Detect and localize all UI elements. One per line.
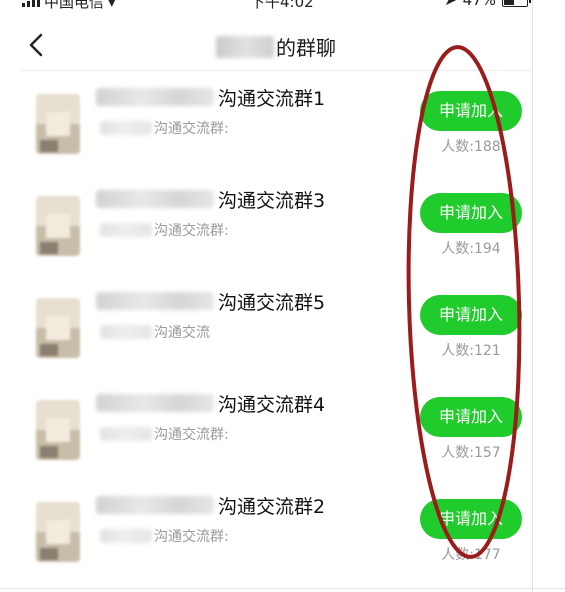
group-row[interactable]: 沟通交流群3 沟通交流群: 申请加入 人数:194 [20, 174, 532, 276]
member-count: 人数:194 [441, 241, 501, 257]
group-name-text: 沟通交流群5 [218, 291, 326, 314]
redacted-desc [100, 223, 152, 237]
group-row[interactable]: 沟通交流群2 沟通交流群: 申请加入 人数:177 [20, 480, 532, 582]
wifi-icon: ▾ [108, 0, 116, 11]
group-list-screen: 中国电信 ▾ 下午4:02 ➤ 47% 的群聊 沟通交流群1 沟通交流群: 申请… [20, 0, 532, 592]
group-name-text: 沟通交流群2 [218, 495, 326, 518]
member-count: 人数:188 [441, 139, 501, 155]
group-desc: 沟通交流群: [100, 220, 229, 240]
member-count: 人数:157 [441, 445, 501, 461]
group-desc: 沟通交流群: [100, 424, 229, 444]
page-title-text: 的群聊 [276, 36, 336, 60]
redacted-desc [100, 325, 152, 339]
group-desc: 沟通交流 [100, 322, 210, 342]
group-avatar [36, 502, 80, 562]
redacted-name [96, 88, 214, 106]
member-count: 人数:121 [441, 343, 501, 359]
join-button[interactable]: 申请加入 [420, 397, 522, 437]
group-desc-text: 沟通交流群: [154, 121, 229, 137]
group-desc-text: 沟通交流群: [154, 427, 229, 443]
redacted-name [96, 394, 214, 412]
group-name-text: 沟通交流群4 [218, 393, 326, 416]
group-avatar [36, 196, 80, 256]
redacted-name [96, 292, 214, 310]
group-avatar [36, 94, 80, 154]
join-button[interactable]: 申请加入 [420, 295, 522, 335]
group-name-text: 沟通交流群1 [218, 87, 326, 110]
redacted-name [96, 190, 214, 208]
group-desc-text: 沟通交流群: [154, 529, 229, 545]
join-button[interactable]: 申请加入 [420, 91, 522, 131]
group-avatar [36, 400, 80, 460]
group-name: 沟通交流群1 [96, 84, 325, 110]
signal-icon [22, 0, 40, 7]
redacted-owner-name [216, 36, 274, 58]
join-button[interactable]: 申请加入 [420, 499, 522, 539]
group-name: 沟通交流群2 [96, 492, 325, 518]
group-desc-text: 沟通交流群: [154, 223, 229, 239]
group-name: 沟通交流群3 [96, 186, 325, 212]
carrier-area: 中国电信 ▾ [22, 0, 116, 12]
group-name: 沟通交流群5 [96, 288, 325, 314]
redacted-desc [100, 427, 152, 441]
join-button[interactable]: 申请加入 [420, 193, 522, 233]
status-time: 下午4:02 [250, 0, 314, 11]
redacted-desc [100, 121, 152, 135]
group-desc: 沟通交流群: [100, 526, 229, 546]
nav-bar: 的群聊 [20, 20, 532, 71]
status-right: ➤ 47% [444, 0, 531, 9]
carrier-name: 中国电信 [44, 0, 105, 11]
battery-percent: 47% [462, 0, 496, 9]
group-row[interactable]: 沟通交流群4 沟通交流群: 申请加入 人数:157 [20, 378, 532, 480]
page-title: 的群聊 [20, 32, 532, 61]
frame-border-bottom [0, 588, 565, 589]
battery-icon [502, 0, 531, 7]
group-name-text: 沟通交流群3 [218, 189, 326, 212]
redacted-desc [100, 529, 152, 543]
redacted-name [96, 496, 214, 514]
group-desc-text: 沟通交流 [154, 325, 210, 341]
status-bar: 中国电信 ▾ 下午4:02 ➤ 47% [20, 0, 532, 11]
member-count: 人数:177 [441, 547, 501, 563]
group-name: 沟通交流群4 [96, 390, 325, 416]
group-avatar [36, 298, 80, 358]
location-icon: ➤ [444, 0, 457, 9]
group-desc: 沟通交流群: [100, 118, 229, 138]
group-row[interactable]: 沟通交流群1 沟通交流群: 申请加入 人数:188 [20, 72, 532, 174]
frame-border [532, 0, 533, 592]
group-row[interactable]: 沟通交流群5 沟通交流 申请加入 人数:121 [20, 276, 532, 378]
